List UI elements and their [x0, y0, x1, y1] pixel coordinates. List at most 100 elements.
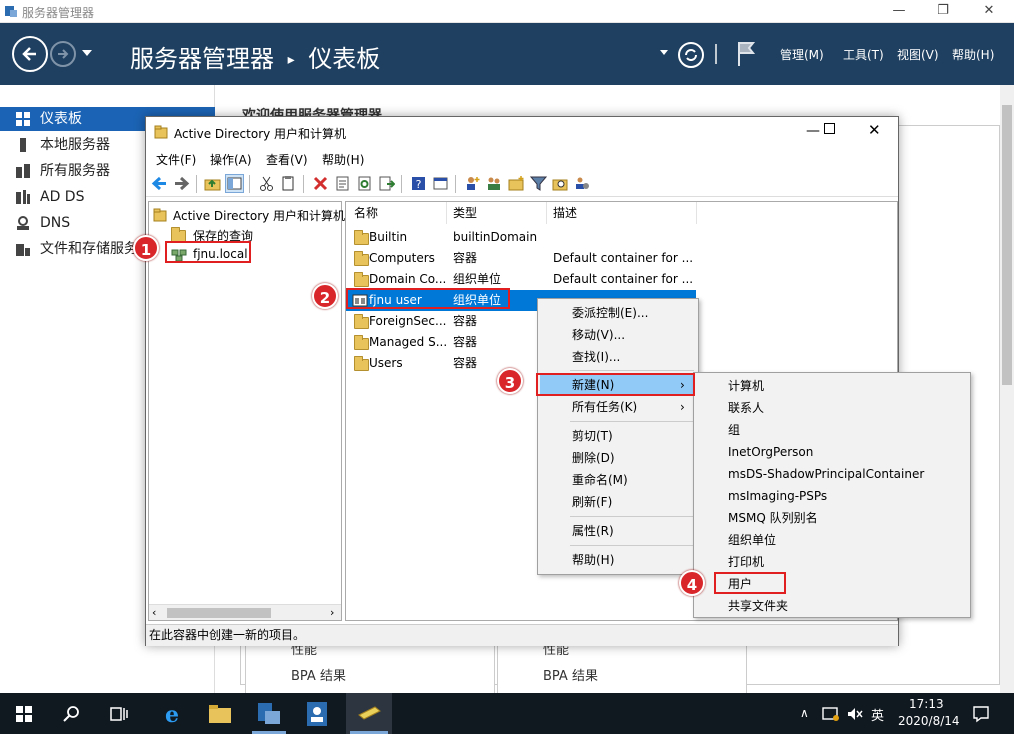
cut-icon[interactable] [258, 175, 275, 192]
ctx-find[interactable]: 查找(I)... [540, 346, 696, 368]
task-view-icon[interactable] [110, 705, 128, 723]
close-button[interactable]: ✕ [966, 0, 1012, 23]
column-divider[interactable] [546, 202, 547, 224]
server-manager-taskbar-icon[interactable] [256, 701, 282, 727]
sub-ou[interactable]: 组织单位 [696, 529, 968, 551]
forward-arrow-icon[interactable] [173, 175, 190, 192]
sub-shadow-principal[interactable]: msDS-ShadowPrincipalContainer [696, 463, 968, 485]
list-row[interactable]: Domain Co... 组织单位 Default container for … [346, 269, 897, 290]
dns-icon [17, 216, 29, 230]
tree-root[interactable]: Active Directory 用户和计算机 [153, 206, 345, 224]
up-folder-icon[interactable] [204, 175, 221, 192]
ime-indicator[interactable]: 英 [871, 705, 884, 724]
notifications-icon[interactable] [972, 705, 990, 723]
ctx-move[interactable]: 移动(V)... [540, 324, 696, 346]
notifications-flag-icon[interactable] [736, 40, 756, 66]
ctx-cut[interactable]: 剪切(T) [540, 425, 696, 447]
dashboard-scrollbar[interactable] [1000, 85, 1014, 693]
sub-shared-folder[interactable]: 共享文件夹 [696, 595, 968, 617]
list-row[interactable]: Builtin builtinDomain [346, 227, 897, 248]
back-button[interactable] [12, 36, 48, 72]
folder-icon [354, 314, 369, 329]
forward-button[interactable] [50, 41, 76, 67]
scrollbar-thumb[interactable] [1002, 105, 1012, 385]
ctx-delete[interactable]: 删除(D) [540, 447, 696, 469]
tray-chevron-icon[interactable]: ∧ [800, 706, 809, 720]
menu-tools[interactable]: 工具(T) [843, 46, 884, 63]
column-divider[interactable] [696, 202, 697, 224]
ctx-help[interactable]: 帮助(H) [540, 549, 696, 571]
ctx-separator [570, 421, 694, 422]
add-to-group-icon[interactable] [574, 175, 591, 192]
search-icon[interactable] [63, 705, 81, 723]
menu-manage[interactable]: 管理(M) [780, 46, 824, 63]
ctx-refresh[interactable]: 刷新(F) [540, 491, 696, 513]
sub-inetorgperson[interactable]: InetOrgPerson [696, 441, 968, 463]
aduc-menu-file[interactable]: 文件(F) [156, 151, 196, 168]
scroll-right-icon[interactable]: › [330, 606, 334, 619]
export-list-icon[interactable] [378, 175, 395, 192]
user-card-icon[interactable] [305, 701, 329, 727]
restore-button[interactable]: ❐ [920, 0, 966, 23]
volume-muted-icon[interactable] [846, 706, 864, 722]
sub-msmq[interactable]: MSMQ 队列别名 [696, 507, 968, 529]
column-header-type[interactable]: 类型 [453, 204, 477, 221]
list-row[interactable]: Computers 容器 Default container for ... [346, 248, 897, 269]
clock-time[interactable]: 17:13 [909, 697, 944, 711]
aduc-menu-action[interactable]: 操作(A) [210, 151, 252, 168]
new-user-icon[interactable] [464, 175, 481, 192]
ctx-separator [570, 370, 694, 371]
sub-group[interactable]: 组 [696, 419, 968, 441]
sub-contact[interactable]: 联系人 [696, 397, 968, 419]
aduc-menu-help[interactable]: 帮助(H) [322, 151, 364, 168]
aduc-close-button[interactable]: ✕ [868, 121, 881, 139]
column-header-desc[interactable]: 描述 [553, 204, 577, 221]
back-arrow-icon[interactable] [151, 175, 168, 192]
find-icon[interactable] [552, 175, 569, 192]
minimize-button[interactable]: — [876, 0, 922, 23]
context-menu: 委派控制(E)... 移动(V)... 查找(I)... 新建(N) › 所有任… [537, 298, 699, 575]
menu-help[interactable]: 帮助(H) [952, 46, 994, 63]
clock-date[interactable]: 2020/8/14 [898, 714, 960, 728]
bpa-label[interactable]: BPA 结果 [291, 665, 346, 684]
delete-icon[interactable] [312, 175, 329, 192]
menu-view[interactable]: 视图(V) [897, 46, 939, 63]
sub-msimaging[interactable]: msImaging-PSPs [696, 485, 968, 507]
new-ou-icon[interactable] [508, 175, 525, 192]
new-group-icon[interactable] [486, 175, 503, 192]
ctx-all-tasks[interactable]: 所有任务(K) › [540, 396, 696, 418]
refresh-icon[interactable] [356, 175, 373, 192]
tree-scroll-thumb[interactable] [167, 608, 271, 618]
sub-printer[interactable]: 打印机 [696, 551, 968, 573]
aduc-maximize-button[interactable] [824, 123, 835, 134]
file-explorer-icon[interactable] [208, 703, 232, 725]
bpa-label-2[interactable]: BPA 结果 [543, 665, 598, 684]
column-divider[interactable] [446, 202, 447, 224]
row-name: Managed S... [369, 335, 447, 349]
network-icon[interactable] [822, 706, 840, 722]
properties-icon[interactable] [334, 175, 351, 192]
column-header-name[interactable]: 名称 [354, 204, 378, 221]
dropdown-icon[interactable] [660, 50, 668, 56]
scroll-left-icon[interactable]: ‹ [152, 606, 156, 619]
aduc-minimize-button[interactable]: — [806, 123, 820, 139]
windows-start-icon[interactable] [16, 706, 32, 722]
console-icon[interactable] [432, 175, 449, 192]
help-icon[interactable]: ? [410, 175, 427, 192]
tree-hscrollbar[interactable]: ‹ › [149, 604, 341, 620]
ctx-properties[interactable]: 属性(R) [540, 520, 696, 542]
internet-explorer-icon[interactable]: e [160, 702, 184, 726]
show-hide-tree-icon[interactable] [225, 174, 244, 193]
refresh-button[interactable] [678, 42, 704, 68]
annotation-box-domain [165, 241, 251, 263]
filter-icon[interactable] [530, 175, 547, 192]
copy-icon[interactable] [280, 175, 297, 192]
history-dropdown-icon[interactable] [82, 50, 92, 58]
ctx-rename[interactable]: 重命名(M) [540, 469, 696, 491]
ctx-delegate[interactable]: 委派控制(E)... [540, 302, 696, 324]
aduc-toolbar: ? [146, 171, 898, 197]
aduc-taskbar-button[interactable] [346, 693, 392, 734]
sub-computer[interactable]: 计算机 [696, 375, 968, 397]
aduc-menu-view[interactable]: 查看(V) [266, 151, 308, 168]
arrow-left-icon [22, 47, 36, 61]
